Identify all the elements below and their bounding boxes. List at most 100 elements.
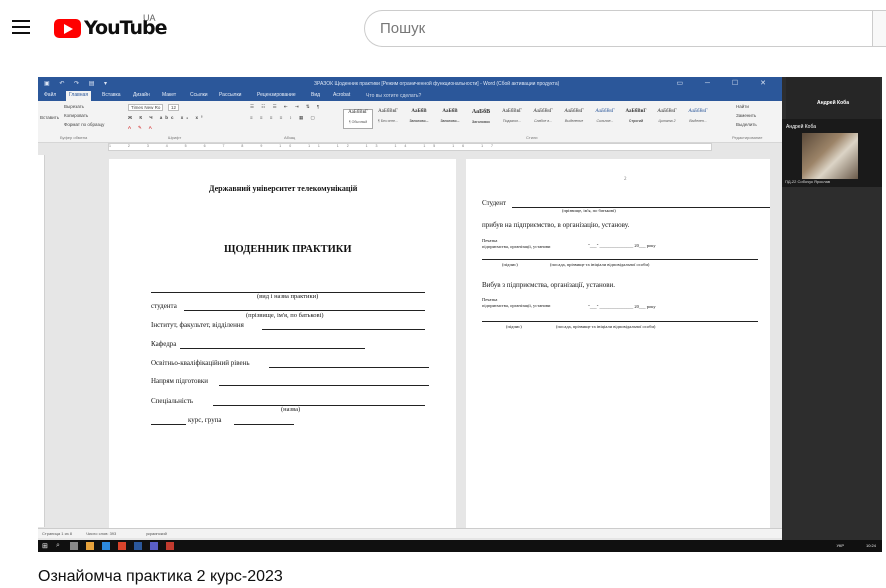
document-page-1[interactable]: Державний університет телекомунікацій ЩО… xyxy=(109,159,456,528)
style-subtitle[interactable]: АаБбВвГ Подзагол... xyxy=(497,109,527,129)
signature-hint-2: (підпис) xyxy=(506,324,522,329)
participant-tile[interactable]: Андрей Коба xyxy=(786,77,880,119)
department-line xyxy=(180,348,365,349)
clipboard-group-label: Буфер обмена xyxy=(60,135,88,140)
page-count[interactable]: Страница 1 из 8 xyxy=(42,531,72,536)
task-view-icon[interactable] xyxy=(70,542,78,550)
participant-video-tile[interactable]: Андрей Коба ПД-22 Собочук Ярослав xyxy=(782,119,882,187)
stamp-label: Печатка xyxy=(482,238,498,243)
tell-me-box[interactable]: Что вы хотите сделать? xyxy=(366,93,421,99)
direction-label: Напрям підготовки xyxy=(151,377,208,385)
department-label: Кафедра xyxy=(151,340,177,348)
group-line xyxy=(234,424,294,425)
align-icons[interactable]: ≡ ≡ ≡ ≡ ↕ ▦ ▢ xyxy=(250,115,318,121)
tab-review[interactable]: Рецензирование xyxy=(257,92,296,98)
specialty-line xyxy=(213,405,425,406)
word-window: ▣ ↶ ↷ ▤ ▾ ЗРАЗОК Щоденник практики [Режи… xyxy=(38,77,871,552)
windows-taskbar: ⊞ ⌕ УКР 10:24 xyxy=(38,540,882,552)
tab-layout[interactable]: Макет xyxy=(162,92,176,98)
word-window-title: ЗРАЗОК Щоденник практики [Режим ограниче… xyxy=(314,81,560,87)
replace-button[interactable]: Заменить xyxy=(736,113,756,118)
font-name-select[interactable]: Times New Ro xyxy=(128,104,164,111)
university-name: Державний університет телекомунікацій xyxy=(209,184,358,193)
student-line xyxy=(512,207,770,208)
style-quote[interactable]: АаБбВвГ Цитата 2 xyxy=(652,109,682,129)
word-icon[interactable] xyxy=(134,542,142,550)
tab-references[interactable]: Ссылки xyxy=(190,92,208,98)
departed-text: Вибув з підприємства, організації, устан… xyxy=(482,281,616,289)
paragraph-group-label: Абзац xyxy=(284,135,296,140)
page-number: 2 xyxy=(624,177,627,182)
webcam-video xyxy=(802,133,858,179)
styles-group-label: Стили xyxy=(526,135,538,140)
tab-design[interactable]: Дизайн xyxy=(133,92,150,98)
paste-button[interactable]: Вставить xyxy=(40,115,59,120)
position-hint-2: (посада, прізвище та ініціали відповідал… xyxy=(556,324,656,329)
tab-insert[interactable]: Вставка xyxy=(102,92,121,98)
font-size-select[interactable]: 12 xyxy=(168,104,180,111)
list-icons[interactable]: ☰ ☷ ☰ ⇤ ⇥ ⇅ ¶ xyxy=(250,104,322,110)
copy-button[interactable]: Копировать xyxy=(64,113,88,118)
search-button[interactable] xyxy=(872,10,886,47)
menu-icon[interactable] xyxy=(12,20,30,34)
language-indicator[interactable]: украинский xyxy=(146,531,167,536)
position-hint: (посада, прізвище та ініціали відповідал… xyxy=(550,262,650,267)
video-player[interactable]: ▣ ↶ ↷ ▤ ▾ ЗРАЗОК Щоденник практики [Режи… xyxy=(38,77,882,552)
keyboard-language[interactable]: УКР xyxy=(836,543,844,548)
style-no-spacing[interactable]: АаБбВвГ ¶ Без инте... xyxy=(373,109,403,129)
departure-date: "___" _______________ 20___ року xyxy=(588,304,656,309)
status-bar: Страница 1 из 8 Число слов: 393 украинск… xyxy=(38,528,871,538)
specialty-label: Спеціальність xyxy=(151,397,194,405)
tab-file[interactable]: Файл xyxy=(44,92,56,98)
style-emphasis[interactable]: АаБбВвГ Выделение xyxy=(559,109,589,129)
practice-type-hint: (вид і назва практики) xyxy=(257,293,319,300)
select-button[interactable]: Выделить xyxy=(736,122,757,127)
tab-acrobat[interactable]: Acrobat xyxy=(333,92,350,98)
style-intense-quote[interactable]: АаБбВвГ Выделен... xyxy=(683,109,713,129)
diary-heading: ЩОДЕННИК ПРАКТИКИ xyxy=(224,244,352,255)
style-subtle-emphasis[interactable]: АаБбВвГ Слабое в... xyxy=(528,109,558,129)
style-normal[interactable]: АаБбВвГ ¶ Обычный xyxy=(343,109,373,129)
format-painter-button[interactable]: Формат по образцу xyxy=(64,122,104,127)
file-explorer-icon[interactable] xyxy=(86,542,94,550)
student-name-hint: (прізвище, ім'я, по батькові) xyxy=(562,208,616,213)
teams-icon[interactable] xyxy=(150,542,158,550)
stamp-enterprise-label-2: підприємства, організації, установи xyxy=(482,303,551,308)
vertical-ruler[interactable] xyxy=(38,155,45,527)
cut-button[interactable]: Вырезать xyxy=(64,104,84,109)
find-button[interactable]: Найти xyxy=(736,104,749,109)
signature-hint: (підпис) xyxy=(502,262,518,267)
app-icon[interactable] xyxy=(118,542,126,550)
style-heading-2[interactable]: АаБбВ Заголово... xyxy=(435,109,465,129)
meeting-participants-panel: Андрей Коба Андрей Коба ПД-22 Собочук Яр… xyxy=(782,77,882,540)
font-format-icons[interactable]: Ж К Ч abc x₂ x² xyxy=(128,115,205,120)
stamp-enterprise-label: підприємства, організації, установи xyxy=(482,244,551,249)
clock[interactable]: 10:24 xyxy=(866,543,876,548)
windows-start-icon[interactable]: ⊞ xyxy=(42,542,50,550)
course-line xyxy=(151,424,186,425)
font-color-icons[interactable]: A ✎ A xyxy=(128,125,155,131)
style-strong[interactable]: АаБбВвГ Строгий xyxy=(621,109,651,129)
word-title-bar: ▣ ↶ ↷ ▤ ▾ ЗРАЗОК Щоденник практики [Режи… xyxy=(38,77,782,91)
style-heading-1[interactable]: АаБбВ Заголово... xyxy=(404,109,434,129)
style-intense-emphasis[interactable]: АаБбВвГ Сильное... xyxy=(590,109,620,129)
word-count[interactable]: Число слов: 393 xyxy=(86,531,116,536)
departure-signature-line xyxy=(482,321,758,322)
direction-line xyxy=(219,385,429,386)
participant-name: Андрей Коба xyxy=(786,124,816,130)
tab-mailings[interactable]: Рассылки xyxy=(219,92,241,98)
pdf-icon[interactable] xyxy=(166,542,174,550)
education-level-label: Освітньо-кваліфікаційний рівень xyxy=(151,359,250,367)
video-title[interactable]: Ознайомча практика 2 курс-2023 xyxy=(38,568,283,586)
search-input[interactable] xyxy=(365,11,874,46)
style-title[interactable]: АаБбВ Заголовок xyxy=(466,109,496,129)
tab-view[interactable]: Вид xyxy=(311,92,320,98)
browser-icon[interactable] xyxy=(102,542,110,550)
horizontal-ruler[interactable]: 1 2 3 4 5 6 7 8 9 10 11 12 13 14 15 16 1… xyxy=(108,143,712,151)
quick-access-icons: ▣ ↶ ↷ ▤ ▾ xyxy=(44,81,112,87)
search-icon[interactable]: ⌕ xyxy=(56,542,64,550)
ribbon-tabs: Файл Главная Вставка Дизайн Макет Ссылки… xyxy=(38,91,782,101)
tab-home[interactable]: Главная xyxy=(66,91,92,101)
specialty-hint: (назва) xyxy=(281,406,301,413)
document-page-2[interactable]: 2 Студент (прізвище, ім'я, по батькові) … xyxy=(466,159,770,528)
